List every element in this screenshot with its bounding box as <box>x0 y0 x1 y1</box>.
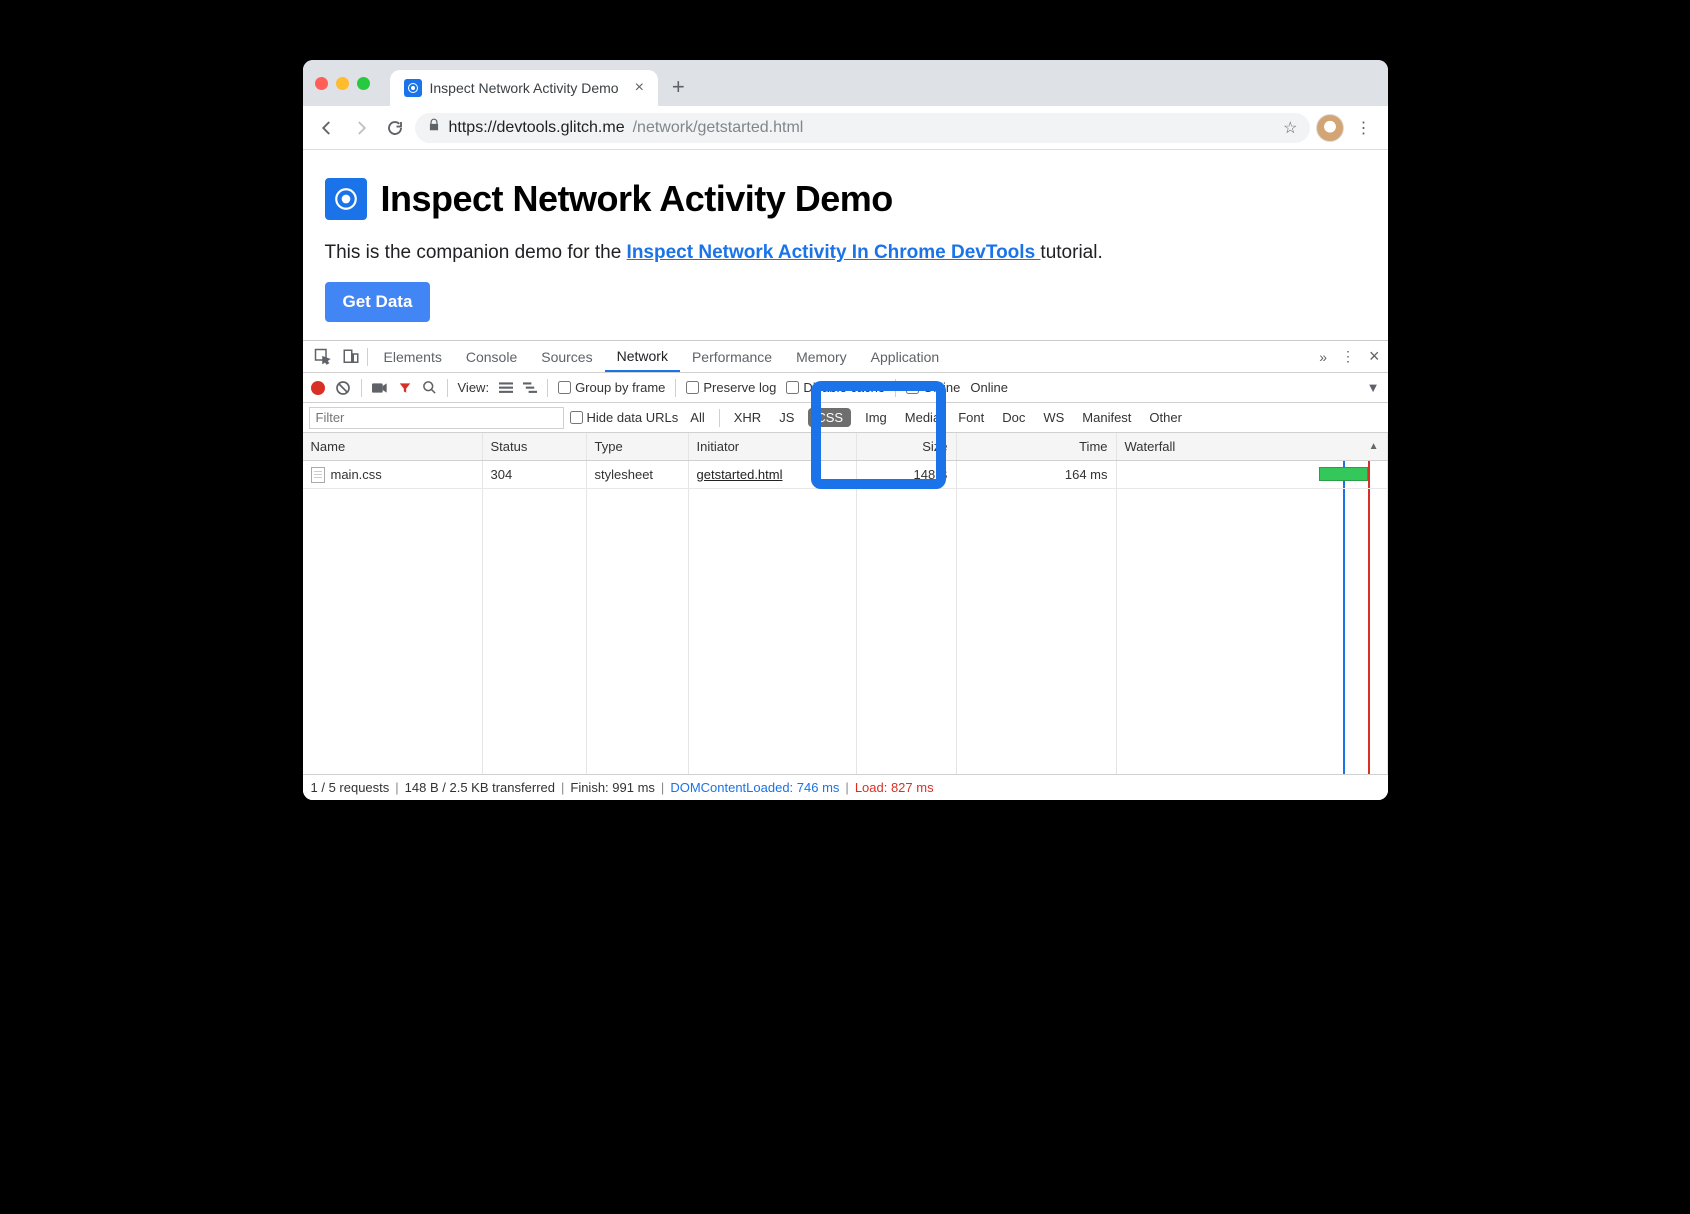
sb-dcl: DOMContentLoaded: 746 ms <box>670 780 839 795</box>
network-toolbar: View: Group by frame Preserve log Disabl… <box>303 373 1388 403</box>
col-header-name[interactable]: Name <box>303 433 483 460</box>
camera-icon[interactable] <box>372 382 388 394</box>
device-toggle-icon[interactable] <box>339 348 363 366</box>
more-tabs-icon[interactable]: » <box>1319 349 1327 365</box>
row-type: stylesheet <box>587 461 689 488</box>
favicon-icon <box>404 79 422 97</box>
devtools-panel: ElementsConsoleSourcesNetworkPerformance… <box>303 340 1388 800</box>
large-rows-icon[interactable] <box>499 382 513 394</box>
devtools-tab-network[interactable]: Network <box>605 341 680 372</box>
get-data-button[interactable]: Get Data <box>325 282 431 322</box>
page-content: Inspect Network Activity Demo This is th… <box>303 150 1388 340</box>
tutorial-link[interactable]: Inspect Network Activity In Chrome DevTo… <box>627 242 1041 263</box>
search-icon[interactable] <box>422 380 437 395</box>
sort-indicator-icon: ▲ <box>1369 441 1379 452</box>
filter-type-ws[interactable]: WS <box>1039 408 1068 427</box>
devtools-tab-console[interactable]: Console <box>454 341 529 372</box>
devtools-menu-icon[interactable]: ⋮ <box>1341 348 1355 365</box>
col-header-waterfall[interactable]: Waterfall▲ <box>1117 433 1388 460</box>
profile-avatar[interactable] <box>1316 114 1344 142</box>
table-header: Name Status Type Initiator Size Time Wat… <box>303 433 1388 461</box>
filter-icon[interactable] <box>398 381 412 395</box>
preserve-log-checkbox[interactable]: Preserve log <box>686 380 776 395</box>
devtools-tab-performance[interactable]: Performance <box>680 341 784 372</box>
close-devtools-icon[interactable]: × <box>1369 346 1380 367</box>
intro-suffix: tutorial. <box>1040 242 1102 263</box>
address-bar[interactable]: https://devtools.glitch.me/network/getst… <box>415 113 1310 143</box>
browser-tab[interactable]: Inspect Network Activity Demo × <box>390 70 658 106</box>
devtools-tab-sources[interactable]: Sources <box>529 341 604 372</box>
browser-window: Inspect Network Activity Demo × + https:… <box>303 60 1388 800</box>
reload-button[interactable] <box>381 114 409 142</box>
page-intro: This is the companion demo for the Inspe… <box>325 242 1366 264</box>
tab-title: Inspect Network Activity Demo <box>430 80 619 96</box>
browser-menu-icon[interactable]: ⋮ <box>1350 118 1378 138</box>
devtools-tabs: ElementsConsoleSourcesNetworkPerformance… <box>303 341 1388 373</box>
close-window-icon[interactable] <box>315 77 328 90</box>
row-waterfall <box>1117 461 1388 488</box>
row-size: 148 B <box>857 461 957 488</box>
sb-finish: Finish: 991 ms <box>570 780 655 795</box>
col-header-time[interactable]: Time <box>957 433 1117 460</box>
sb-transferred: 148 B / 2.5 KB transferred <box>405 780 555 795</box>
row-initiator[interactable]: getstarted.html <box>697 467 783 482</box>
sb-requests: 1 / 5 requests <box>311 780 390 795</box>
online-label[interactable]: Online <box>970 380 1008 395</box>
status-bar: 1 / 5 requests | 148 B / 2.5 KB transfer… <box>303 774 1388 800</box>
group-by-frame-checkbox[interactable]: Group by frame <box>558 380 665 395</box>
page-logo-icon <box>325 178 367 220</box>
clear-icon[interactable] <box>335 380 351 396</box>
devtools-tab-memory[interactable]: Memory <box>784 341 859 372</box>
url-host: https://devtools.glitch.me <box>449 119 625 137</box>
forward-button[interactable] <box>347 114 375 142</box>
tab-strip: Inspect Network Activity Demo × + <box>303 60 1388 106</box>
filter-type-media[interactable]: Media <box>901 408 944 427</box>
offline-checkbox[interactable]: Offline <box>906 380 960 395</box>
network-table: Name Status Type Initiator Size Time Wat… <box>303 433 1388 774</box>
inspect-element-icon[interactable] <box>311 348 335 366</box>
bookmark-star-icon[interactable]: ☆ <box>1283 118 1297 138</box>
traffic-lights <box>315 60 390 106</box>
col-header-status[interactable]: Status <box>483 433 587 460</box>
devtools-tab-application[interactable]: Application <box>859 341 952 372</box>
filter-type-other[interactable]: Other <box>1145 408 1186 427</box>
hide-data-urls-checkbox[interactable]: Hide data URLs <box>570 410 679 425</box>
row-time: 164 ms <box>957 461 1117 488</box>
filter-type-xhr[interactable]: XHR <box>730 408 765 427</box>
back-button[interactable] <box>313 114 341 142</box>
row-name: main.css <box>331 467 382 482</box>
filter-type-doc[interactable]: Doc <box>998 408 1029 427</box>
row-status: 304 <box>483 461 587 488</box>
lock-icon <box>427 118 441 137</box>
filter-input[interactable] <box>309 407 564 429</box>
minimize-window-icon[interactable] <box>336 77 349 90</box>
col-header-size[interactable]: Size <box>857 433 957 460</box>
filter-type-all[interactable]: All <box>686 408 708 427</box>
devtools-tab-elements[interactable]: Elements <box>372 341 454 372</box>
filter-type-img[interactable]: Img <box>861 408 891 427</box>
filter-type-css[interactable]: CSS <box>808 408 851 427</box>
record-icon[interactable] <box>311 381 325 395</box>
close-tab-icon[interactable]: × <box>635 79 644 97</box>
sb-load: Load: 827 ms <box>855 780 934 795</box>
col-header-type[interactable]: Type <box>587 433 689 460</box>
toolbar: https://devtools.glitch.me/network/getst… <box>303 106 1388 150</box>
disable-cache-checkbox[interactable]: Disable cache <box>786 380 885 395</box>
view-label: View: <box>458 380 490 395</box>
filter-type-js[interactable]: JS <box>775 408 798 427</box>
page-title: Inspect Network Activity Demo <box>381 178 893 220</box>
maximize-window-icon[interactable] <box>357 77 370 90</box>
filter-type-font[interactable]: Font <box>954 408 988 427</box>
intro-prefix: This is the companion demo for the <box>325 242 627 263</box>
new-tab-button[interactable]: + <box>672 74 685 106</box>
filter-row: Hide data URLs All XHR JS CSS Img Media Font Do… <box>303 403 1388 433</box>
table-row[interactable]: main.css 304 stylesheet getstarted.html … <box>303 461 1388 489</box>
throttling-dropdown-icon[interactable]: ▼ <box>1367 380 1380 395</box>
waterfall-view-icon[interactable] <box>523 382 537 394</box>
url-path: /network/getstarted.html <box>633 119 804 137</box>
file-icon <box>311 467 325 483</box>
col-header-initiator[interactable]: Initiator <box>689 433 857 460</box>
filter-type-manifest[interactable]: Manifest <box>1078 408 1135 427</box>
